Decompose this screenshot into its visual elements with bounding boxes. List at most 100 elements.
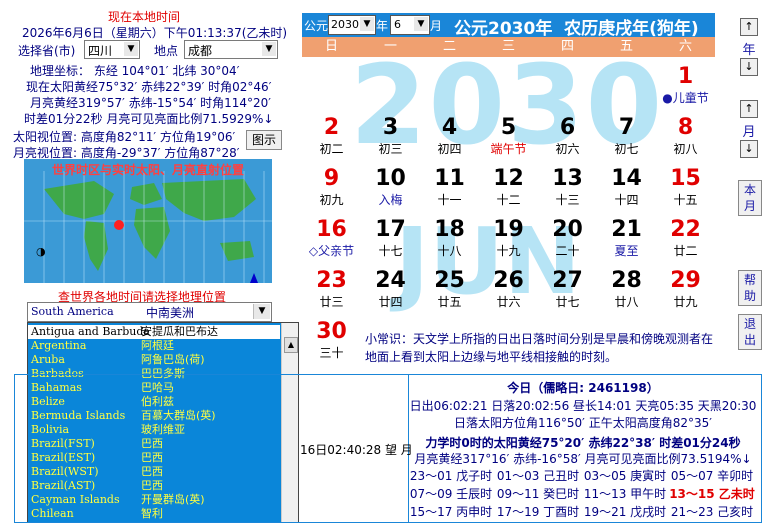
- day-number: 17: [375, 217, 406, 242]
- exit-button[interactable]: 退出: [738, 314, 762, 350]
- lunar-date-label: 廿五: [437, 295, 462, 309]
- shichen-cell: 01～03 己丑时: [496, 469, 580, 483]
- solar-longitude-line: 力学时0时的太阳黄经75°20′ 赤纬22°38′ 时差01分24秒: [425, 436, 741, 450]
- day-number: 13: [552, 166, 583, 191]
- calendar-day-cell[interactable]: 27 廿七: [538, 268, 597, 310]
- region-name-zh: 中南美洲: [146, 306, 195, 320]
- calendar-day-cell[interactable]: 2 初二: [302, 115, 361, 157]
- day-number: 30: [316, 319, 347, 344]
- prev-year-button[interactable]: ↑: [740, 18, 758, 36]
- calendar-day-cell[interactable]: 21 夏至: [597, 217, 656, 259]
- sun-position-line: 现在太阳黄经75°32′ 赤纬22°39′ 时角02°46′: [26, 80, 272, 94]
- day-number: 9: [323, 166, 340, 191]
- prev-month-button[interactable]: ↑: [740, 100, 758, 118]
- calendar-day-cell[interactable]: 11 十一: [420, 166, 479, 208]
- calendar-day-cell[interactable]: 16 ◇父亲节: [302, 217, 361, 259]
- chevron-down-icon[interactable]: ▼: [253, 304, 270, 319]
- day-number: 25: [434, 268, 465, 293]
- province-select[interactable]: 四川 ▼: [84, 40, 140, 59]
- lunar-date-label: 十四: [614, 193, 639, 207]
- next-month-button[interactable]: ↓: [740, 140, 758, 158]
- diagram-button[interactable]: 图示: [246, 130, 282, 150]
- calendar-day-cell[interactable]: 7 初七: [597, 115, 656, 157]
- calendar-day-cell[interactable]: 10 入梅: [361, 166, 420, 208]
- country-option[interactable]: Antigua and Barbuda 安提瓜和巴布达: [28, 325, 280, 339]
- day-number: 23: [316, 268, 347, 293]
- shichen-cell: 11～13 甲午时: [583, 487, 667, 501]
- day-number: 7: [618, 115, 635, 140]
- calendar-day-cell[interactable]: 18 十八: [420, 217, 479, 259]
- lunar-date-label: 初六: [555, 142, 580, 156]
- lunar-date-label: 十九: [496, 244, 521, 258]
- calendar-day-cell[interactable]: 22 廿二: [656, 217, 715, 259]
- calendar-header: 公元 2030 ▼ 年 6 ▼ 月 公元2030年 农历庚戌年(狗年): [302, 13, 715, 39]
- day-number: 26: [493, 268, 524, 293]
- gongyuan-label: 公元: [304, 19, 329, 33]
- day-number: 27: [552, 268, 583, 293]
- calendar-day-cell[interactable]: 30 三十: [302, 319, 361, 361]
- calendar-day-cell[interactable]: 28 廿八: [597, 268, 656, 310]
- calendar-day-cell[interactable]: 19 十九: [479, 217, 538, 259]
- day-number: 3: [382, 115, 399, 140]
- calendar-day-cell[interactable]: 15 十五: [656, 166, 715, 208]
- shichen-cell: 05～07 辛卯时: [670, 469, 754, 483]
- year-select[interactable]: 2030 ▼: [328, 15, 376, 35]
- year-nav-label: 年: [742, 43, 756, 58]
- day-number: 24: [375, 268, 406, 293]
- day-number: 20: [552, 217, 583, 242]
- calendar-day-cell[interactable]: 12 十二: [479, 166, 538, 208]
- calendar-day-cell[interactable]: 23 廿三: [302, 268, 361, 310]
- country-option[interactable]: Aruba 阿鲁巴岛(荷): [28, 353, 280, 367]
- day-number: 11: [434, 166, 465, 191]
- city-value: 成都: [188, 44, 213, 58]
- lunar-date-label: 十二: [496, 193, 521, 207]
- city-select[interactable]: 成都 ▼: [184, 40, 278, 59]
- calendar-day-cell[interactable]: 1 ●儿童节: [656, 64, 715, 106]
- local-datetime: 2026年6月6日（星期六）下午01:13:37(乙未时): [22, 26, 288, 40]
- month-select[interactable]: 6 ▼: [390, 15, 430, 35]
- day-number: 19: [493, 217, 524, 242]
- lunar-date-label: 初二: [319, 142, 344, 156]
- month-unit: 月: [430, 19, 443, 33]
- calendar-day-cell[interactable]: 6 初六: [538, 115, 597, 157]
- calendar-day-cell[interactable]: 25 廿五: [420, 268, 479, 310]
- country-name-en: Antigua and Barbuda: [31, 325, 150, 338]
- calendar-day-cell[interactable]: 20 二十: [538, 217, 597, 259]
- chevron-down-icon: ▼: [262, 42, 276, 56]
- scroll-up-icon[interactable]: ▲: [284, 337, 298, 353]
- calendar-day-cell[interactable]: 26 廿六: [479, 268, 538, 310]
- lunar-date-label: 廿七: [555, 295, 580, 309]
- calendar-day-cell[interactable]: 17 十七: [361, 217, 420, 259]
- calendar-day-cell[interactable]: 24 廿四: [361, 268, 420, 310]
- province-value: 四川: [88, 44, 113, 58]
- sunrise-sunset-line: 日出06:02:21 日落20:02:56 昼长14:01 天亮05:35 天黑…: [409, 399, 757, 413]
- lunar-date-label: 端午节: [490, 142, 527, 156]
- calendar-title: 公元2030年 农历庚戌年(狗年): [454, 19, 699, 39]
- calendar-day-cell[interactable]: 3 初三: [361, 115, 420, 157]
- region-select[interactable]: South America 中南美洲 ▼: [27, 302, 272, 322]
- lunar-date-label: 廿三: [319, 295, 344, 309]
- this-month-button[interactable]: 本月: [738, 180, 762, 216]
- calendar-day-cell[interactable]: 13 十三: [538, 166, 597, 208]
- next-year-button[interactable]: ↓: [740, 58, 758, 76]
- city-label: 地点: [154, 44, 179, 58]
- help-button[interactable]: 帮助: [738, 270, 762, 306]
- day-number: 1: [677, 64, 694, 89]
- moon-position-line: 月亮黄经319°57′ 赤纬-15°54′ 时角114°20′: [30, 96, 272, 110]
- shichen-grid: 23～01 戊子时 01～03 己丑时 03～05 庚寅时 05～07 辛卯时 07～0…: [408, 467, 758, 521]
- today-panel: 今日（儒略日: 2461198） 日出06:02:21 日落20:02:56 昼…: [408, 377, 758, 521]
- country-option[interactable]: Argentina 阿根廷: [28, 339, 280, 353]
- day-number: 5: [500, 115, 517, 140]
- country-name-en: Argentina: [31, 339, 87, 352]
- calendar-day-cell[interactable]: 5 端午节: [479, 115, 538, 157]
- day-number: 15: [670, 166, 701, 191]
- lunar-date-label: 十一: [437, 193, 462, 207]
- calendar-day-cell[interactable]: 9 初九: [302, 166, 361, 208]
- lunar-date-label: 入梅: [378, 193, 403, 207]
- calendar-day-cell[interactable]: 8 初八: [656, 115, 715, 157]
- calendar-day-cell[interactable]: 29 廿九: [656, 268, 715, 310]
- lunar-date-label: 十七: [378, 244, 403, 258]
- calendar-day-cell[interactable]: 4 初四: [420, 115, 479, 157]
- lunar-date-label: 夏至: [614, 244, 639, 258]
- calendar-day-cell[interactable]: 14 十四: [597, 166, 656, 208]
